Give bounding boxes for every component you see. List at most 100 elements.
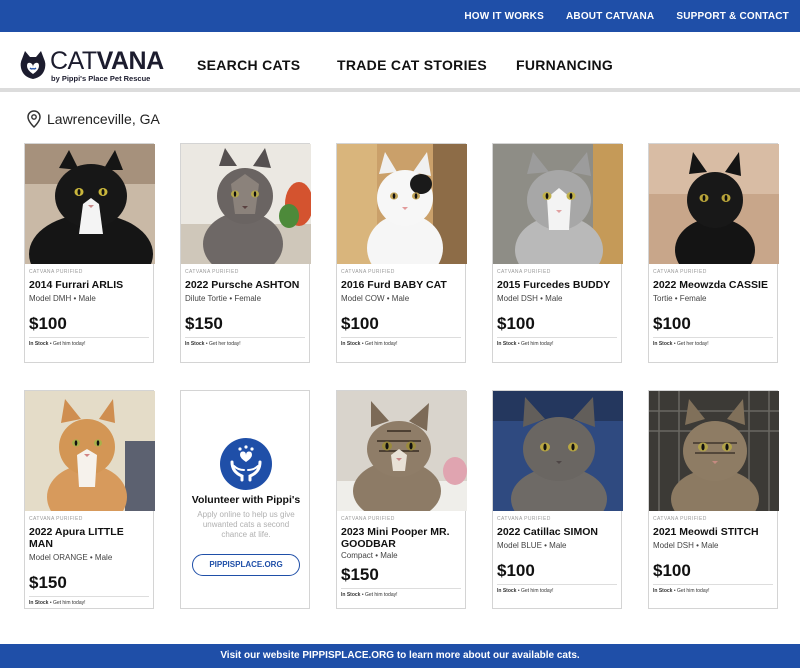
stock-status: In Stock • Get him today! (29, 337, 149, 351)
cat-photo (493, 391, 623, 511)
cat-card-ashton[interactable]: CATVANA PURIFIED 2022 Pursche ASHTON Dil… (180, 143, 311, 363)
cat-model: Model DMH • Male (29, 294, 96, 303)
cat-price: $150 (185, 314, 223, 333)
cat-name: 2016 Furd BABY CAT (341, 279, 447, 291)
cat-name: 2022 Pursche ASHTON (185, 279, 300, 291)
cat-card-stitch[interactable]: CATVANA PURIFIED 2021 Meowdi STITCH Mode… (648, 390, 779, 609)
cat-photo (25, 144, 155, 264)
footer-banner[interactable]: Visit our website PIPPISPLACE.ORG to lea… (0, 644, 800, 668)
purified-tag: CATVANA PURIFIED (29, 516, 83, 522)
cat-photo (649, 391, 779, 511)
purified-tag: CATVANA PURIFIED (29, 269, 83, 275)
purified-tag: CATVANA PURIFIED (341, 269, 395, 275)
location-pin-icon (27, 110, 41, 128)
stock-status: In Stock • Get him today! (497, 337, 617, 351)
cat-name: 2022 Catillac SIMON (497, 526, 598, 538)
stock-status: In Stock • Get him today! (341, 588, 461, 602)
stock-label: In Stock (653, 588, 673, 594)
purified-tag: CATVANA PURIFIED (185, 269, 239, 275)
top-utility-bar: HOW IT WORKS ABOUT CATVANA SUPPORT & CON… (0, 0, 800, 32)
stock-note: • Get him today! (360, 592, 398, 598)
catvana-logo-icon (20, 51, 46, 79)
cat-price: $100 (497, 314, 535, 333)
stock-note: • Get him today! (48, 600, 86, 606)
cat-name: 2022 Apura LITTLE MAN (29, 526, 124, 550)
how-it-works-link[interactable]: HOW IT WORKS (464, 11, 544, 22)
cat-card-mr-goodbar[interactable]: CATVANA PURIFIED 2023 Mini Pooper MR. GO… (336, 390, 467, 609)
stock-status: In Stock • Get her today! (653, 337, 773, 351)
stock-note: • Get him today! (360, 341, 398, 347)
cat-card-buddy[interactable]: CATVANA PURIFIED 2015 Furcedes BUDDY Mod… (492, 143, 623, 363)
stock-label: In Stock (185, 341, 205, 347)
purified-tag: CATVANA PURIFIED (653, 516, 707, 522)
cat-price: $100 (653, 561, 691, 580)
stock-note: • Get him today! (516, 588, 554, 594)
cat-card-simon[interactable]: CATVANA PURIFIED 2022 Catillac SIMON Mod… (492, 390, 623, 609)
cat-model: Compact • Male (341, 551, 398, 560)
location-selector[interactable]: Lawrenceville, GA (27, 109, 160, 129)
cat-model: Model DSH • Male (653, 541, 719, 550)
cat-photo (181, 144, 311, 264)
stock-label: In Stock (497, 588, 517, 594)
logo-word-vana: VANA (96, 47, 164, 75)
purified-tag: CATVANA PURIFIED (497, 269, 551, 275)
pippisplace-button[interactable]: PIPPISPLACE.ORG (192, 554, 300, 576)
volunteer-promo-card: Volunteer with Pippi's Apply online to h… (180, 390, 310, 609)
cat-model: Model ORANGE • Male (29, 553, 113, 562)
cat-card-cassie[interactable]: CATVANA PURIFIED 2022 Meowzda CASSIE Tor… (648, 143, 779, 363)
heart-hands-icon (230, 445, 262, 482)
stock-status: In Stock • Get him today! (497, 584, 617, 598)
cat-price: $100 (341, 314, 379, 333)
support-contact-link[interactable]: SUPPORT & CONTACT (676, 11, 789, 22)
volunteer-badge (220, 438, 272, 490)
cat-price: $150 (341, 565, 379, 584)
cat-price: $100 (29, 314, 67, 333)
cat-name: 2022 Meowzda CASSIE (653, 279, 768, 291)
cat-price: $100 (653, 314, 691, 333)
cat-photo (493, 144, 623, 264)
cat-name: 2021 Meowdi STITCH (653, 526, 759, 538)
promo-title: Volunteer with Pippi's (191, 494, 301, 506)
cat-photo (649, 144, 779, 264)
stock-label: In Stock (497, 341, 517, 347)
catvana-logo[interactable]: CATVANA by Pippi's Place Pet Rescue (18, 47, 168, 83)
promo-description: Apply online to help us give unwanted ca… (197, 510, 295, 539)
stock-note: • Get him today! (672, 588, 710, 594)
cat-price: $100 (497, 561, 535, 580)
stock-status: In Stock • Get him today! (341, 337, 461, 351)
cat-price: $150 (29, 573, 67, 592)
stock-label: In Stock (29, 341, 49, 347)
stock-status: In Stock • Get him today! (29, 596, 149, 610)
cat-photo (337, 391, 467, 511)
cat-card-little-man[interactable]: CATVANA PURIFIED 2022 Apura LITTLE MAN M… (24, 390, 155, 610)
stock-label: In Stock (341, 341, 361, 347)
cat-photo (25, 391, 155, 511)
cat-name: 2015 Furcedes BUDDY (497, 279, 611, 291)
purified-tag: CATVANA PURIFIED (497, 516, 551, 522)
cat-model: Dilute Tortie • Female (185, 294, 262, 303)
cat-photo (337, 144, 467, 264)
cat-model: Model BLUE • Male (497, 541, 567, 550)
stock-note: • Get her today! (672, 341, 709, 347)
nav-furnancing[interactable]: FURNANCING (516, 57, 613, 73)
main-header: CATVANA by Pippi's Place Pet Rescue SEAR… (0, 32, 800, 92)
stock-note: • Get him today! (48, 341, 86, 347)
stock-status: In Stock • Get him today! (653, 584, 773, 598)
cat-name: 2014 Furrari ARLIS (29, 279, 124, 291)
nav-search-cats[interactable]: SEARCH CATS (197, 57, 300, 73)
logo-subtitle: by Pippi's Place Pet Rescue (51, 74, 151, 83)
about-catvana-link[interactable]: ABOUT CATVANA (566, 11, 654, 22)
location-text: Lawrenceville, GA (47, 111, 160, 127)
logo-word-cat: CAT (50, 47, 97, 75)
stock-label: In Stock (29, 600, 49, 606)
nav-trade-cat-stories[interactable]: TRADE CAT STORIES (337, 57, 487, 73)
stock-status: In Stock • Get her today! (185, 337, 305, 351)
stock-note: • Get him today! (516, 341, 554, 347)
cat-card-baby-cat[interactable]: CATVANA PURIFIED 2016 Furd BABY CAT Mode… (336, 143, 467, 363)
cat-card-arlis[interactable]: CATVANA PURIFIED 2014 Furrari ARLIS Mode… (24, 143, 155, 363)
cat-model: Tortie • Female (653, 294, 707, 303)
cat-name: 2023 Mini Pooper MR. GOODBAR (341, 526, 450, 550)
cat-model: Model COW • Male (341, 294, 410, 303)
stock-label: In Stock (653, 341, 673, 347)
purified-tag: CATVANA PURIFIED (653, 269, 707, 275)
